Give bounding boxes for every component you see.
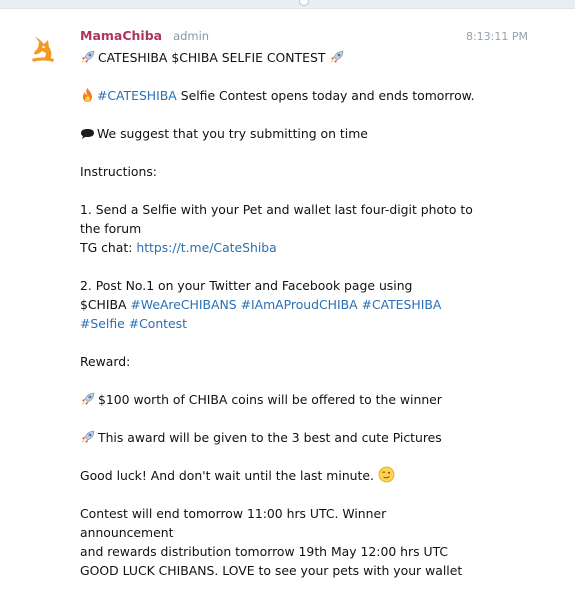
rocket-icon (331, 50, 344, 63)
speech-bubble-icon (81, 129, 94, 139)
step-1: 1. Send a Selfie with your Pet and walle… (80, 200, 476, 257)
end-line-1: Contest will end tomorrow 11:00 hrs UTC.… (80, 506, 387, 540)
step-2-prefix: $CHIBA (80, 297, 131, 312)
end-line-2: and rewards distribution tomorrow 19th M… (80, 544, 449, 559)
scroll-marker (299, 0, 309, 6)
avatar[interactable] (22, 26, 64, 68)
hashtag-link[interactable]: #WeAreCHIBANS (130, 297, 236, 312)
tg-label: TG chat: (80, 240, 137, 255)
hashtag-link[interactable]: #Contest (129, 316, 187, 331)
end-line-3: GOOD LUCK CHIBANS. LOVE to see your pets… (80, 563, 463, 578)
end-info: Contest will end tomorrow 11:00 hrs UTC.… (80, 504, 476, 580)
suggest-text: We suggest that you try submitting on ti… (97, 126, 368, 141)
message-timestamp: 8:13:11 PM (465, 30, 528, 43)
reward-1-text: $100 worth of CHIBA coins will be offere… (98, 392, 442, 407)
rocket-icon (82, 392, 95, 405)
sender-name[interactable]: MamaChiba (80, 28, 162, 43)
sender-role: admin (173, 29, 210, 43)
good-luck-line: Good luck! And don't wait until the last… (80, 466, 476, 485)
rocket-icon (82, 430, 95, 443)
shiba-logo-icon (32, 36, 54, 62)
message-title-line: CATESHIBA $CHIBA SELFIE CONTEST (80, 48, 476, 67)
good-luck-text: Good luck! And don't wait until the last… (80, 468, 378, 483)
wink-emoji-icon (378, 466, 395, 483)
top-strip (0, 0, 575, 9)
step-2: 2. Post No.1 on your Twitter and Faceboo… (80, 276, 476, 333)
step-1-text: 1. Send a Selfie with your Pet and walle… (80, 202, 473, 236)
fire-icon (83, 88, 92, 102)
hashtag-link[interactable]: #CATESHIBA (97, 88, 177, 103)
reward-2-line: This award will be given to the 3 best a… (80, 428, 476, 447)
instructions-heading: Instructions: (80, 164, 157, 179)
rocket-icon (82, 50, 95, 63)
reward-2-text: This award will be given to the 3 best a… (98, 430, 442, 445)
tg-chat-link[interactable]: https://t.me/CateShiba (136, 240, 276, 255)
hashtag-link[interactable]: #IAmAProudCHIBA (241, 297, 358, 312)
contest-open-text: Selfie Contest opens today and ends tomo… (176, 88, 475, 103)
message-header: MamaChiba admin (80, 28, 209, 46)
suggest-line: We suggest that you try submitting on ti… (80, 124, 476, 143)
message-title: CATESHIBA $CHIBA SELFIE CONTEST (98, 50, 326, 65)
step-2-text: 2. Post No.1 on your Twitter and Faceboo… (80, 278, 413, 293)
contest-open-line: #CATESHIBA Selfie Contest opens today an… (80, 86, 476, 105)
message-body: CATESHIBA $CHIBA SELFIE CONTEST #CATESHI… (80, 48, 476, 599)
hashtag-link[interactable]: #Selfie (80, 316, 125, 331)
hashtag-link[interactable]: #CATESHIBA (362, 297, 442, 312)
reward-heading: Reward: (80, 354, 131, 369)
reward-1-line: $100 worth of CHIBA coins will be offere… (80, 390, 476, 409)
